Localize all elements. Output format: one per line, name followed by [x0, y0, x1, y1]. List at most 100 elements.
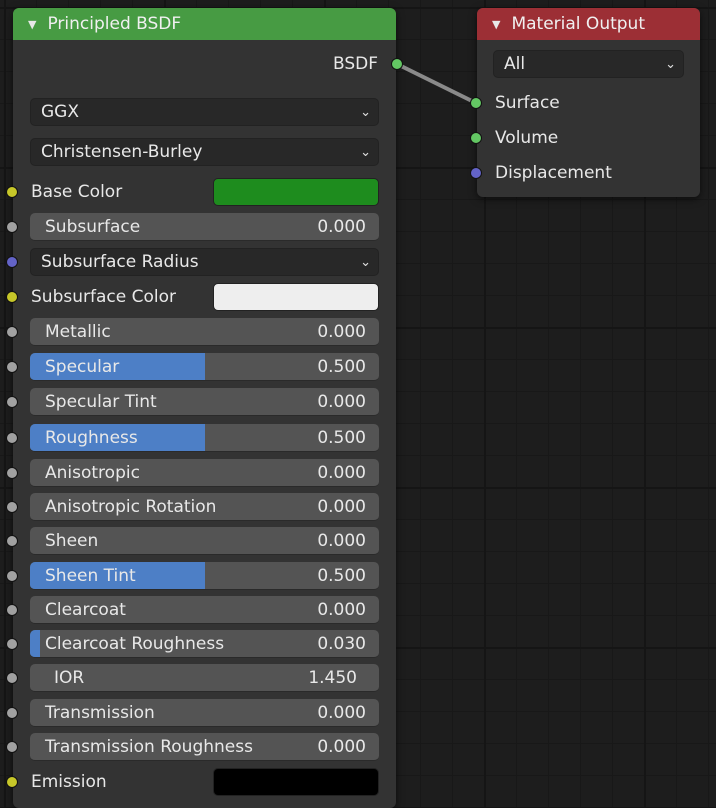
dropdown-value: GGX — [41, 102, 79, 122]
input-socket[interactable] — [6, 570, 18, 582]
target-dropdown[interactable]: All ⌄ — [493, 50, 684, 78]
roughness-slider[interactable]: Roughness 0.500 — [30, 424, 379, 452]
clearcoat-slider[interactable]: Clearcoat 0.000 — [30, 596, 379, 624]
slider-label: Clearcoat Roughness — [45, 634, 225, 654]
dropdown-value: Subsurface Radius — [41, 252, 199, 272]
input-row-surface: Surface — [470, 89, 700, 117]
emission-color-swatch[interactable] — [213, 768, 379, 796]
principled-bsdf-node[interactable]: ▼ Principled BSDF BSDF GGX ⌄ Christensen… — [6, 8, 403, 808]
input-label: Emission — [31, 772, 107, 792]
input-row-base-color: Base Color — [6, 178, 396, 206]
ior-field[interactable]: IOR 1.450 — [30, 664, 379, 692]
node-header[interactable]: ▼ Material Output — [477, 8, 700, 40]
slider-value: 0.500 — [317, 566, 366, 586]
slider-label: Roughness — [45, 428, 138, 448]
input-socket-surface[interactable] — [470, 97, 482, 109]
input-row-displacement: Displacement — [470, 159, 700, 187]
slider-value: 0.030 — [317, 634, 366, 654]
input-socket[interactable] — [6, 467, 18, 479]
subsurface-radius-dropdown[interactable]: Subsurface Radius ⌄ — [30, 248, 379, 276]
input-socket[interactable] — [6, 256, 18, 268]
slider-value: 0.000 — [317, 737, 366, 757]
input-socket[interactable] — [6, 291, 18, 303]
slider-label: Transmission Roughness — [45, 737, 253, 757]
input-socket[interactable] — [6, 501, 18, 513]
output-label: BSDF — [332, 54, 378, 74]
input-socket[interactable] — [6, 221, 18, 233]
slider-label: Specular Tint — [45, 392, 157, 412]
chevron-down-icon: ⌄ — [360, 105, 371, 120]
material-output-node[interactable]: ▼ Material Output All ⌄ Surface Volume D… — [470, 8, 700, 197]
specular-slider[interactable]: Specular 0.500 — [30, 353, 379, 381]
input-socket[interactable] — [6, 326, 18, 338]
specular-tint-slider[interactable]: Specular Tint 0.000 — [30, 388, 379, 416]
input-row-subsurface-radius: Subsurface Radius ⌄ — [6, 248, 396, 276]
input-label: Volume — [495, 128, 559, 148]
field-value: 1.450 — [308, 668, 357, 688]
chevron-down-icon: ⌄ — [360, 255, 371, 270]
slider-value: 0.500 — [317, 357, 366, 377]
slider-value: 0.500 — [317, 428, 366, 448]
input-row-volume: Volume — [470, 124, 700, 152]
input-label: Displacement — [495, 163, 612, 183]
input-row-clearcoat-roughness: Clearcoat Roughness 0.030 — [6, 630, 396, 658]
collapse-icon[interactable]: ▼ — [492, 18, 500, 31]
input-socket[interactable] — [6, 604, 18, 616]
input-socket[interactable] — [6, 396, 18, 408]
input-socket[interactable] — [6, 707, 18, 719]
distribution-dropdown[interactable]: GGX ⌄ — [30, 98, 379, 126]
slider-value: 0.000 — [317, 463, 366, 483]
output-row-bsdf: BSDF — [13, 50, 403, 78]
slider-label: Sheen Tint — [45, 566, 136, 586]
input-row-emission: Emission — [6, 768, 396, 796]
input-row-transmission: Transmission 0.000 — [6, 699, 396, 727]
slider-value: 0.000 — [317, 531, 366, 551]
slider-value: 0.000 — [317, 217, 366, 237]
subsurface-method-dropdown[interactable]: Christensen-Burley ⌄ — [30, 138, 379, 166]
slider-label: Transmission — [45, 703, 155, 723]
input-socket[interactable] — [6, 776, 18, 788]
input-row-anisotropic: Anisotropic 0.000 — [6, 459, 396, 487]
input-row-specular: Specular 0.500 — [6, 353, 396, 381]
slider-label: Anisotropic — [45, 463, 140, 483]
subsurface-color-swatch[interactable] — [213, 283, 379, 311]
collapse-icon[interactable]: ▼ — [28, 18, 36, 31]
output-socket-bsdf[interactable] — [391, 58, 403, 70]
sheen-slider[interactable]: Sheen 0.000 — [30, 527, 379, 555]
input-row-anisotropic-rotation: Anisotropic Rotation 0.000 — [6, 493, 396, 521]
dropdown-value: Christensen-Burley — [41, 142, 203, 162]
node-title: Principled BSDF — [47, 14, 182, 34]
input-label: Surface — [495, 93, 560, 113]
input-row-roughness: Roughness 0.500 — [6, 424, 396, 452]
input-label: Base Color — [31, 182, 123, 202]
slider-value: 0.000 — [317, 600, 366, 620]
transmission-slider[interactable]: Transmission 0.000 — [30, 699, 379, 727]
input-socket[interactable] — [6, 741, 18, 753]
input-socket[interactable] — [6, 186, 18, 198]
sheen-tint-slider[interactable]: Sheen Tint 0.500 — [30, 562, 379, 590]
input-row-specular-tint: Specular Tint 0.000 — [6, 388, 396, 416]
slider-label: Metallic — [45, 322, 111, 342]
anisotropic-slider[interactable]: Anisotropic 0.000 — [30, 459, 379, 487]
input-socket[interactable] — [6, 361, 18, 373]
metallic-slider[interactable]: Metallic 0.000 — [30, 318, 379, 346]
input-row-clearcoat: Clearcoat 0.000 — [6, 596, 396, 624]
clearcoat-roughness-slider[interactable]: Clearcoat Roughness 0.030 — [30, 630, 379, 658]
slider-value: 0.000 — [317, 703, 366, 723]
node-header[interactable]: ▼ Principled BSDF — [13, 8, 396, 40]
base-color-swatch[interactable] — [213, 178, 379, 206]
anisotropic-rotation-slider[interactable]: Anisotropic Rotation 0.000 — [30, 493, 379, 521]
input-row-ior: IOR 1.450 — [6, 664, 396, 692]
input-socket-displacement[interactable] — [470, 167, 482, 179]
input-socket[interactable] — [6, 535, 18, 547]
subsurface-slider[interactable]: Subsurface 0.000 — [30, 213, 379, 241]
input-row-metallic: Metallic 0.000 — [6, 318, 396, 346]
slider-label: Anisotropic Rotation — [45, 497, 217, 517]
transmission-roughness-slider[interactable]: Transmission Roughness 0.000 — [30, 733, 379, 761]
input-row-subsurface-color: Subsurface Color — [6, 283, 396, 311]
input-socket[interactable] — [6, 638, 18, 650]
input-socket[interactable] — [6, 432, 18, 444]
input-socket-volume[interactable] — [470, 132, 482, 144]
input-socket[interactable] — [6, 672, 18, 684]
input-row-sheen: Sheen 0.000 — [6, 527, 396, 555]
